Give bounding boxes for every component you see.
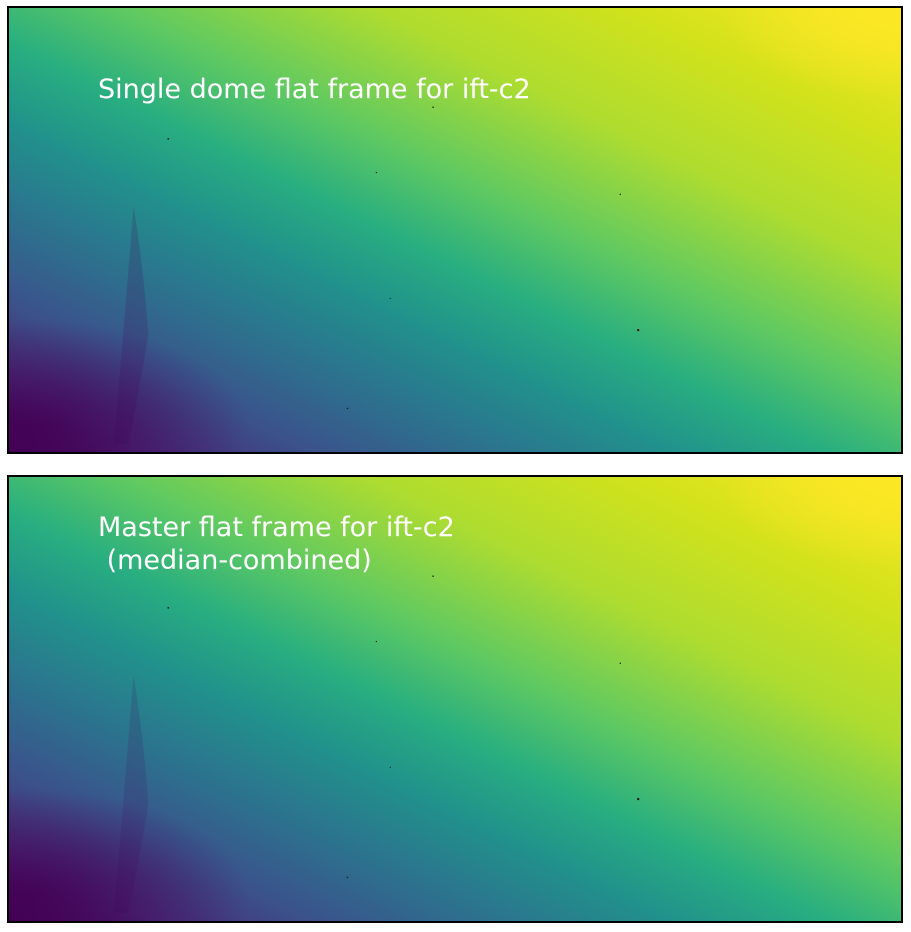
frame-title: Master flat frame for ift-c2 (median-com… bbox=[98, 511, 455, 577]
frame-title: Single dome flat frame for ift-c2 bbox=[98, 74, 531, 105]
dust-speck bbox=[346, 407, 349, 410]
dust-speck bbox=[636, 328, 640, 332]
dust-speck bbox=[389, 297, 391, 299]
dust-speck bbox=[389, 766, 391, 768]
frame-title-line-2: (median-combined) bbox=[98, 545, 372, 576]
dust-speck bbox=[167, 137, 170, 140]
dust-speck bbox=[432, 106, 434, 108]
dust-speck bbox=[346, 876, 349, 879]
dust-speck bbox=[636, 797, 640, 801]
dust-speck bbox=[167, 606, 170, 609]
dust-speck bbox=[619, 193, 621, 196]
flat-frame-image-single: Single dome flat frame for ift-c2 bbox=[7, 6, 903, 454]
dust-speck bbox=[375, 640, 378, 643]
flat-frame-image-master: Master flat frame for ift-c2 (median-com… bbox=[7, 475, 903, 923]
frame-title-line-1: Master flat frame for ift-c2 bbox=[98, 512, 455, 543]
dust-speck bbox=[375, 171, 378, 174]
dust-speck bbox=[619, 662, 621, 665]
